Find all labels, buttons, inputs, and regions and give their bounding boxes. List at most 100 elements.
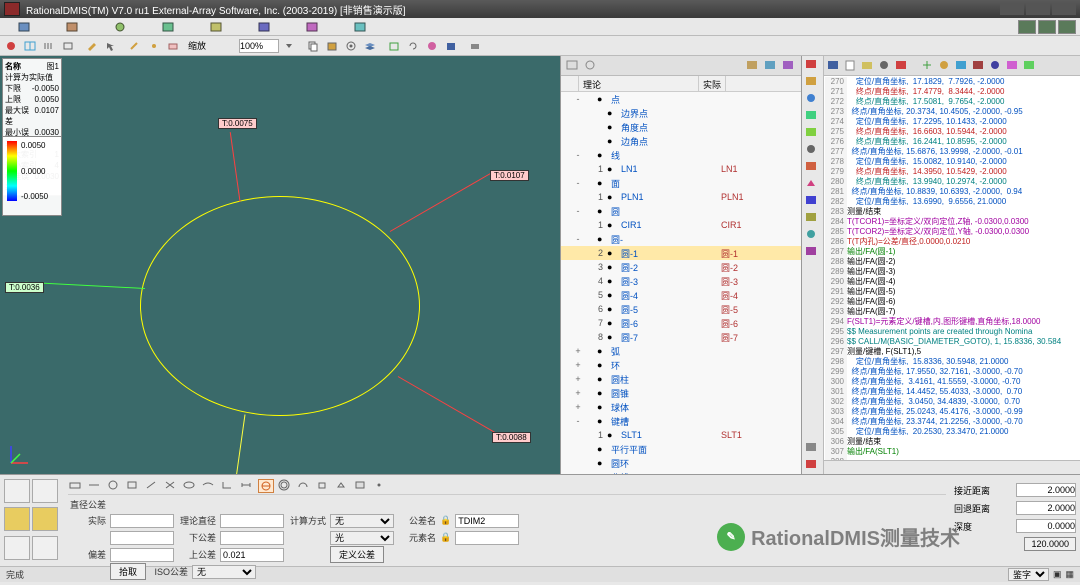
tree-row[interactable]: ●角度点: [561, 120, 801, 134]
close-button[interactable]: [1052, 3, 1076, 15]
tree-row[interactable]: 6●圆-5圆-5: [561, 302, 801, 316]
tree-row[interactable]: -●圆: [561, 204, 801, 218]
inp-lower-tol[interactable]: [220, 531, 284, 545]
otool-6-icon[interactable]: [920, 59, 936, 73]
tree-row[interactable]: 1●PLN1PLN1: [561, 190, 801, 204]
viewport-3d[interactable]: 名称图1 计算为实际值下限-0.0050上限0.0050最大误差0.0107最小…: [0, 56, 560, 474]
tool-snap-icon[interactable]: [59, 38, 77, 54]
inp-upper-tol[interactable]: [220, 548, 284, 562]
tree-row[interactable]: ●平行平面: [561, 442, 801, 456]
vtool-9-icon[interactable]: [804, 194, 822, 210]
inp-tol-name[interactable]: [455, 514, 519, 528]
btn-rpanel[interactable]: 120.0000: [1024, 537, 1076, 551]
tree-row[interactable]: 2●圆-1圆-1: [561, 246, 801, 260]
menu-right-2[interactable]: [1038, 20, 1056, 34]
bbtn-1-icon[interactable]: [4, 479, 30, 503]
tree-tool-1-icon[interactable]: [565, 59, 581, 73]
vtool-bottom-1-icon[interactable]: [804, 441, 822, 457]
tree-row[interactable]: ●曲线: [561, 470, 801, 474]
otool-doc-icon[interactable]: [843, 59, 859, 73]
menu-item-6[interactable]: [244, 20, 284, 34]
btn-define-tol[interactable]: 定义公差: [330, 546, 384, 563]
vtool-10-icon[interactable]: [804, 211, 822, 227]
minimize-button[interactable]: [1000, 3, 1024, 15]
tool-grid-icon[interactable]: [21, 38, 39, 54]
tree-row[interactable]: ●边角点: [561, 134, 801, 148]
vtool-2-icon[interactable]: [804, 75, 822, 91]
menu-item-5[interactable]: [196, 20, 236, 34]
tool-align-icon[interactable]: [40, 38, 58, 54]
otool-4-icon[interactable]: [877, 59, 893, 73]
status-icon-2[interactable]: ▦: [1065, 569, 1074, 580]
menu-item-7[interactable]: [292, 20, 332, 34]
tree-row[interactable]: -●键槽: [561, 414, 801, 428]
ficon-2[interactable]: [87, 479, 103, 493]
tree-row[interactable]: 8●圆-7圆-7: [561, 330, 801, 344]
ficon-4[interactable]: [125, 479, 141, 493]
bbtn-2-icon[interactable]: [32, 479, 58, 503]
tool-config-icon[interactable]: [342, 38, 360, 54]
tree-row[interactable]: ●边界点: [561, 106, 801, 120]
tree-row[interactable]: +●圆柱: [561, 372, 801, 386]
otool-save-icon[interactable]: [826, 59, 842, 73]
btn-pick[interactable]: 拾取: [110, 563, 146, 580]
tree-row[interactable]: +●弧: [561, 344, 801, 358]
ficon-7[interactable]: [182, 479, 198, 493]
tree-row[interactable]: -●圆-: [561, 232, 801, 246]
tree-row[interactable]: -●线: [561, 148, 801, 162]
tool-eraser-icon[interactable]: [164, 38, 182, 54]
bbtn-6-icon[interactable]: [32, 536, 58, 560]
tree-row[interactable]: 7●圆-6圆-6: [561, 316, 801, 330]
vtool-1-icon[interactable]: [804, 58, 822, 74]
ficon-3[interactable]: [106, 479, 122, 493]
vtool-bottom-2-icon[interactable]: [804, 458, 822, 474]
ficon-15[interactable]: [334, 479, 350, 493]
ficon-1[interactable]: [68, 479, 84, 493]
vtool-3-icon[interactable]: [804, 92, 822, 108]
ficon-14[interactable]: [315, 479, 331, 493]
tool-export-icon[interactable]: [385, 38, 403, 54]
zoom-input[interactable]: [239, 39, 279, 53]
ficon-11[interactable]: [258, 479, 274, 493]
tree-row[interactable]: 5●圆-4圆-4: [561, 288, 801, 302]
tool-copy-icon[interactable]: [304, 38, 322, 54]
bbtn-3-icon[interactable]: [4, 507, 30, 531]
vtool-5-icon[interactable]: [804, 126, 822, 142]
otool-10-icon[interactable]: [988, 59, 1004, 73]
vtool-4-icon[interactable]: [804, 109, 822, 125]
menu-item-8[interactable]: [340, 20, 380, 34]
tool-palette-icon[interactable]: [423, 38, 441, 54]
tree-row[interactable]: -●点: [561, 92, 801, 106]
vtool-7-icon[interactable]: [804, 160, 822, 176]
status-icon-1[interactable]: ▣: [1053, 569, 1062, 580]
otool-5-icon[interactable]: [894, 59, 910, 73]
otool-7-icon[interactable]: [937, 59, 953, 73]
inp-retract[interactable]: [1016, 501, 1076, 515]
tool-brush-icon[interactable]: [83, 38, 101, 54]
status-select[interactable]: 鉴字: [1008, 568, 1049, 581]
menu-item-2[interactable]: [52, 20, 92, 34]
bbtn-5-icon[interactable]: [4, 536, 30, 560]
menu-item-3[interactable]: [100, 20, 140, 34]
tree-row[interactable]: +●球体: [561, 400, 801, 414]
ficon-16[interactable]: [353, 479, 369, 493]
tree-tool-4-icon[interactable]: [763, 59, 779, 73]
ficon-17[interactable]: [372, 479, 388, 493]
ficon-9[interactable]: [220, 479, 236, 493]
tree-row[interactable]: +●圆锥: [561, 386, 801, 400]
ficon-6[interactable]: [163, 479, 179, 493]
ficon-10[interactable]: [239, 479, 255, 493]
maximize-button[interactable]: [1026, 3, 1050, 15]
tree-row[interactable]: -●面: [561, 176, 801, 190]
tree-row[interactable]: 1●SLT1SLT1: [561, 428, 801, 442]
menu-right-3[interactable]: [1058, 20, 1076, 34]
program-listing[interactable]: 270 定位/直角坐标, 17.1829, 7.7926, -2.0000271…: [824, 76, 1080, 460]
vtool-12-icon[interactable]: [804, 245, 822, 261]
ficon-5[interactable]: [144, 479, 160, 493]
vtool-8-icon[interactable]: [804, 177, 822, 193]
tree-row[interactable]: +●环: [561, 358, 801, 372]
tree-row[interactable]: 1●CIR1CIR1: [561, 218, 801, 232]
tree-row[interactable]: 1●LN1LN1: [561, 162, 801, 176]
otool-9-icon[interactable]: [971, 59, 987, 73]
sel-iso-tol[interactable]: 无: [192, 565, 256, 579]
